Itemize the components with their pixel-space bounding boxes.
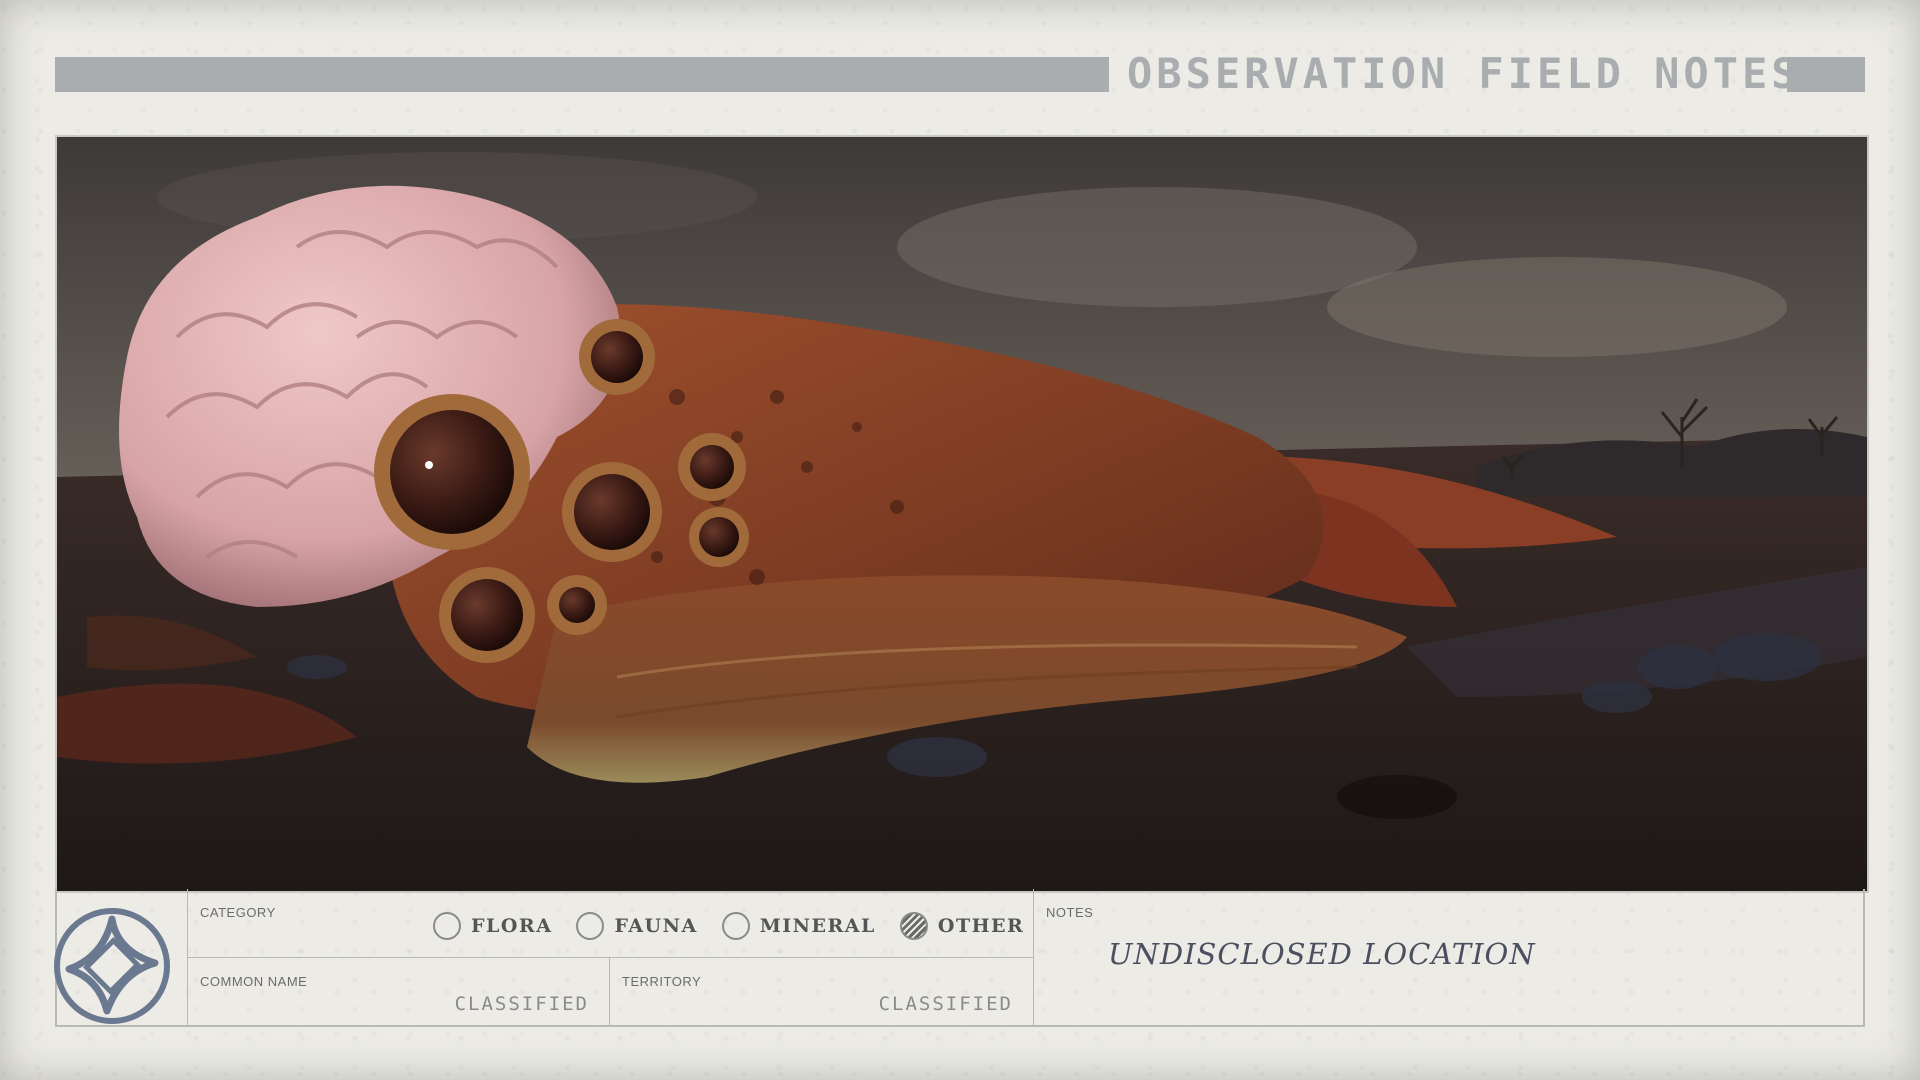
category-option-label: FAUNA (614, 915, 698, 937)
info-panel: CATEGORY FLORA FAUNA MINERAL OTHER COMMO… (54, 889, 1866, 1027)
territory-label: TERRITORY (622, 974, 702, 989)
radio-other[interactable] (899, 912, 928, 940)
radio-fauna[interactable] (576, 912, 605, 940)
category-option-label: FLORA (471, 915, 553, 937)
territory-value: CLASSIFIED (878, 993, 1013, 1015)
category-option-mineral[interactable]: MINERAL (721, 912, 876, 940)
common-name-field: COMMON NAME CLASSIFIED (188, 958, 610, 1025)
constellation-star-icon (54, 908, 170, 1024)
category-option-flora[interactable]: FLORA (433, 912, 552, 940)
category-label: CATEGORY (200, 905, 276, 920)
header-bar-right (1787, 57, 1865, 92)
field-notes-card: OBSERVATION FIELD NOTES CATEGORY FLORA F… (0, 0, 1920, 1080)
notes-value: UNDISCLOSED LOCATION (1108, 937, 1536, 971)
category-option-fauna[interactable]: FAUNA (576, 912, 697, 940)
notes-field: NOTES UNDISCLOSED LOCATION (1033, 889, 1866, 1025)
radio-mineral[interactable] (721, 912, 750, 940)
category-option-label: MINERAL (759, 915, 876, 937)
category-option-other[interactable]: OTHER (899, 912, 1025, 940)
header-bar-left (55, 57, 1109, 92)
category-field: CATEGORY FLORA FAUNA MINERAL OTHER (188, 889, 1033, 958)
category-option-label: OTHER (937, 915, 1025, 937)
notes-label: NOTES (1046, 905, 1094, 920)
logo-cell (54, 889, 188, 1025)
radio-flora[interactable] (433, 912, 461, 940)
category-options: FLORA FAUNA MINERAL OTHER (433, 912, 1048, 940)
territory-field: TERRITORY CLASSIFIED (610, 958, 1033, 1025)
creature-photo (55, 135, 1869, 893)
common-name-value: CLASSIFIED (454, 993, 589, 1015)
common-name-label: COMMON NAME (200, 974, 308, 989)
page-title: OBSERVATION FIELD NOTES (1127, 49, 1801, 98)
